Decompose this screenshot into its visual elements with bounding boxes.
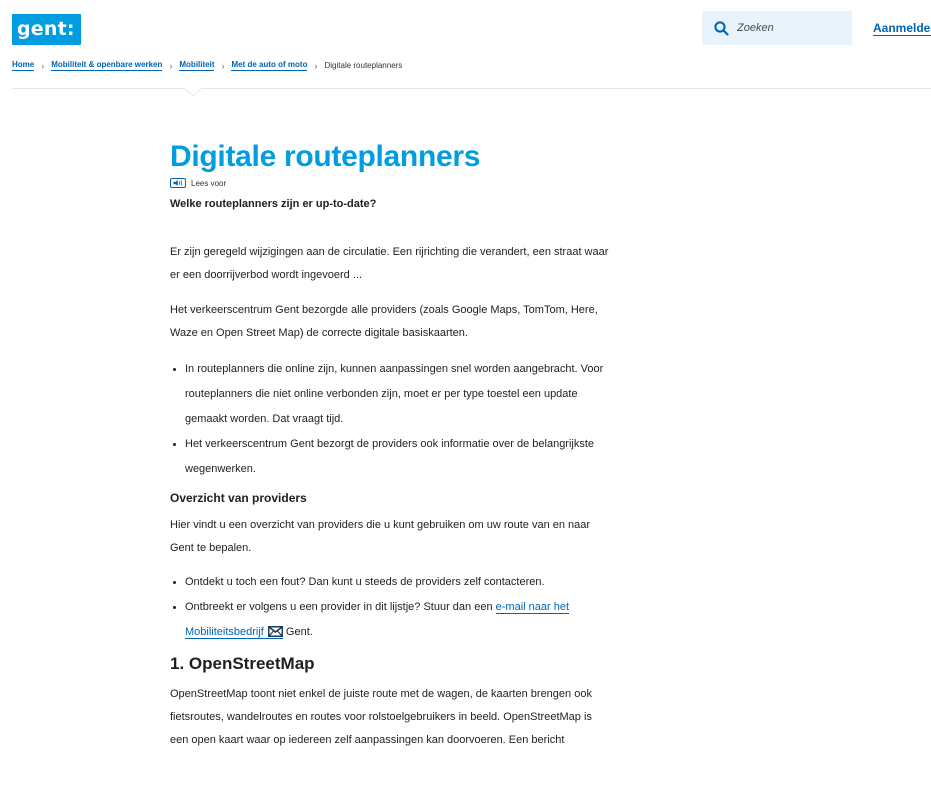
overview-heading: Overzicht van providers (170, 491, 307, 505)
header-divider (12, 88, 931, 89)
email-link-part2[interactable]: Mobiliteitsbedrijf (185, 626, 283, 639)
breadcrumb-current: Digitale routeplanners (324, 60, 403, 70)
list-item: Ontbreekt er volgens u een provider in d… (173, 595, 710, 647)
email-link-part1[interactable]: e-mail naar het (495, 601, 570, 614)
list-item: In routeplanners die online zijn, kunnen… (173, 357, 710, 432)
list-item: Ontdekt u toch een fout? Dan kunt u stee… (173, 570, 710, 595)
breadcrumb: Home › Mobiliteit & openbare werken › Mo… (12, 60, 402, 71)
readspeaker-label[interactable]: Lees voor (191, 179, 226, 188)
search-input[interactable] (735, 21, 839, 35)
list-item: Het verkeerscentrum Gent bezorgt de prov… (173, 432, 710, 482)
osm-heading: 1. OpenStreetMap (170, 654, 315, 673)
main-content: Digitale routeplanners Lees voor Welke r… (170, 140, 710, 752)
login-link[interactable]: Aanmelden (873, 21, 931, 36)
search-box[interactable] (702, 11, 852, 45)
providers-paragraph: Het verkeerscentrum Gent bezorgde alle p… (170, 304, 598, 339)
breadcrumb-auto-moto[interactable]: Met de auto of moto (231, 60, 308, 71)
page-title: Digitale routeplanners (170, 140, 481, 173)
chevron-right-icon: › (221, 60, 225, 71)
breadcrumb-notch (184, 88, 202, 97)
breadcrumb-mobiliteit-openbare-werken[interactable]: Mobiliteit & openbare werken (51, 60, 163, 71)
search-icon[interactable] (714, 20, 729, 36)
overview-paragraph: Hier vindt u een overzicht van providers… (170, 519, 591, 554)
readspeaker-icon[interactable] (170, 178, 186, 188)
mail-icon[interactable] (267, 622, 283, 647)
breadcrumb-home[interactable]: Home (12, 60, 35, 71)
breadcrumb-mobiliteit[interactable]: Mobiliteit (179, 60, 215, 71)
intro-paragraph: Er zijn geregeld wijzigingen aan de circ… (170, 246, 609, 281)
lead-text: Welke routeplanners zijn er up-to-date? (170, 198, 377, 210)
contact-list: Ontdekt u toch een fout? Dan kunt u stee… (170, 570, 710, 647)
gent-logo[interactable]: gent: (12, 14, 81, 45)
chevron-right-icon: › (41, 60, 45, 71)
chevron-right-icon: › (314, 60, 318, 71)
readspeaker[interactable]: Lees voor (170, 178, 710, 188)
chevron-right-icon: › (169, 60, 173, 71)
info-list: In routeplanners die online zijn, kunnen… (170, 357, 710, 482)
osm-paragraph: OpenStreetMap toont niet enkel de juiste… (170, 688, 592, 746)
